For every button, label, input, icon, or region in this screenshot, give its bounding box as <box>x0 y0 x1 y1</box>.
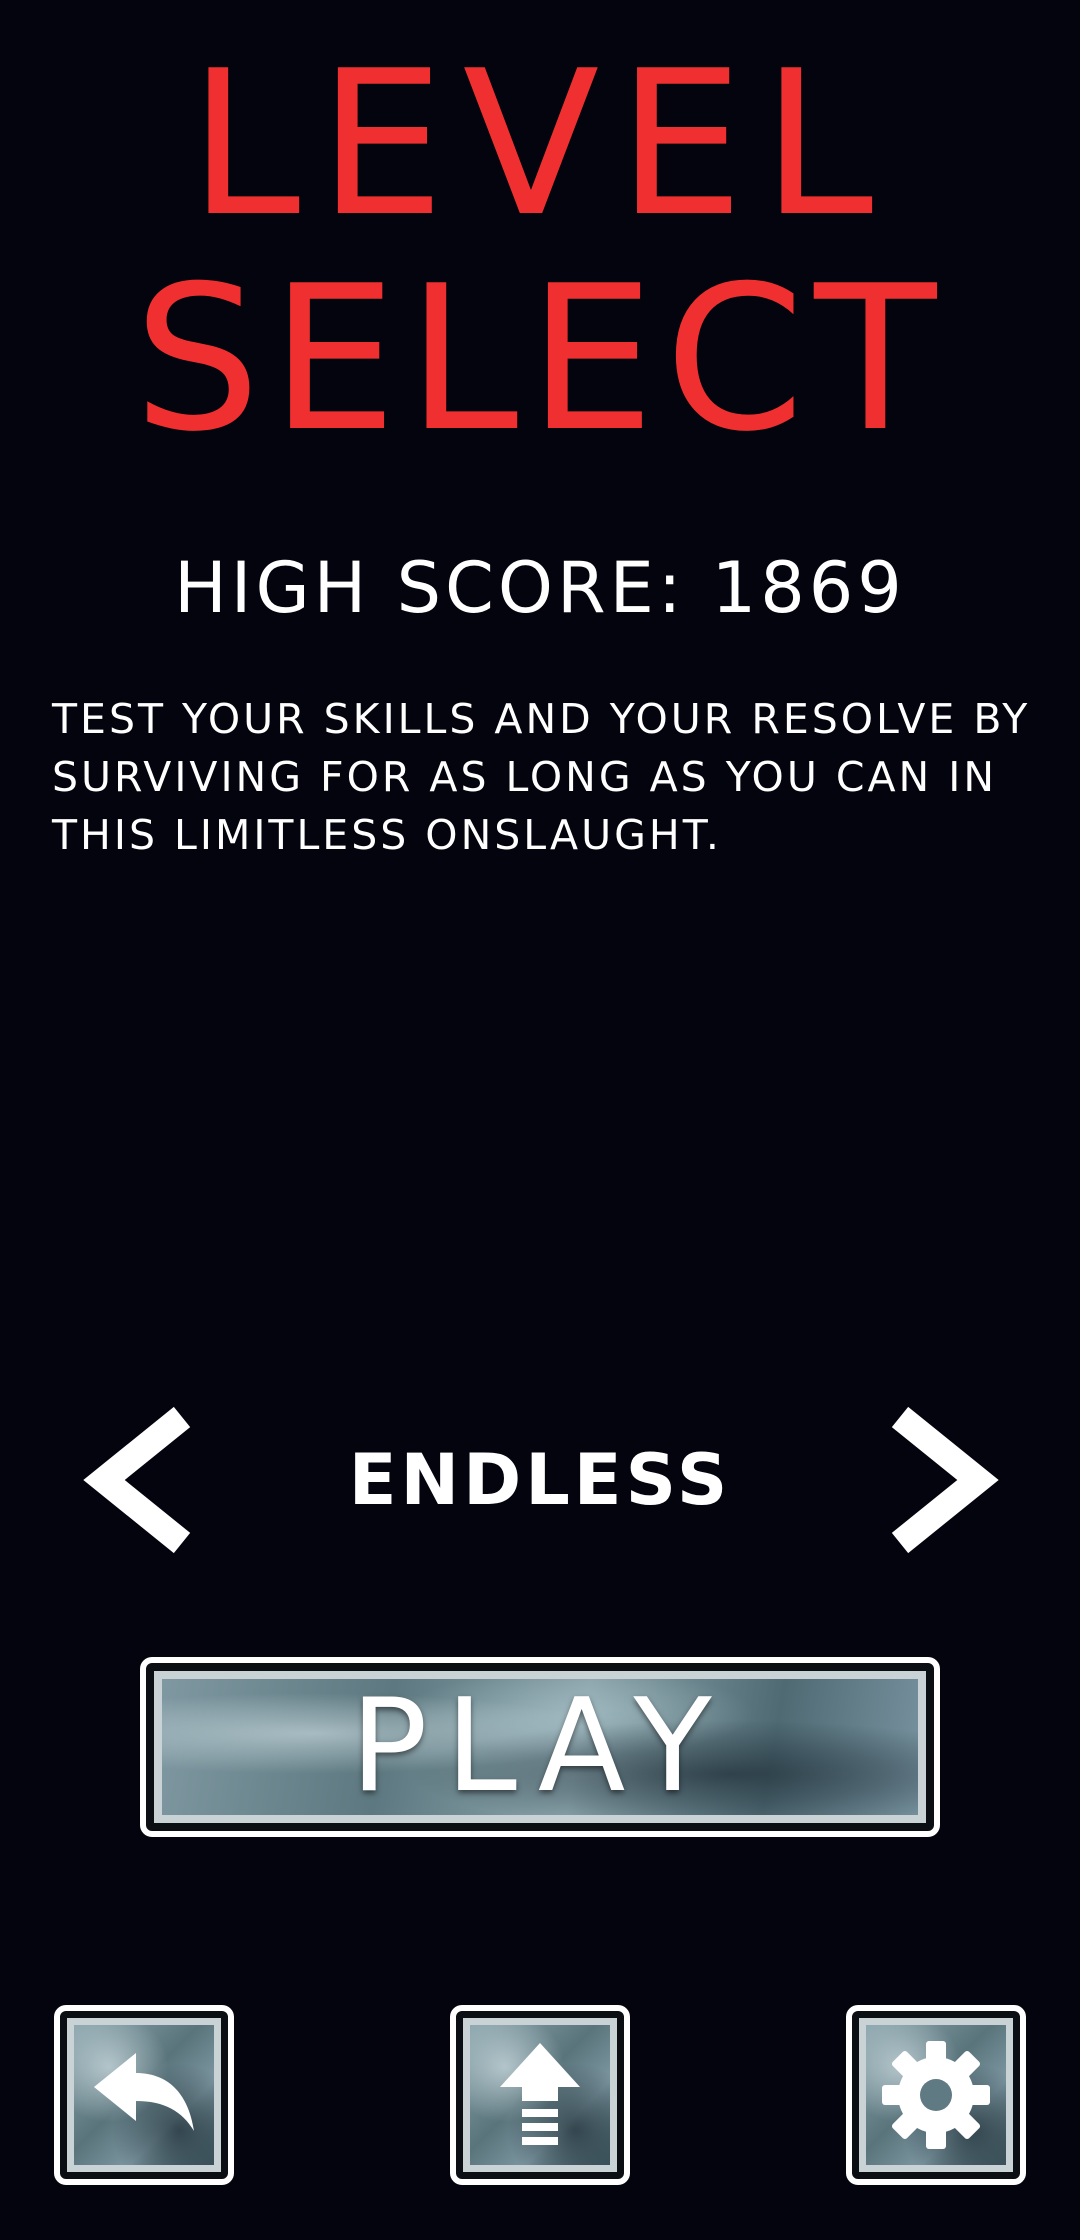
upgrade-arrow-icon <box>500 2043 580 2145</box>
back-button[interactable] <box>54 2005 234 2185</box>
level-mode-name: ENDLESS <box>348 1439 732 1521</box>
chevron-right-icon <box>891 1406 999 1554</box>
chevron-left-icon <box>83 1406 191 1554</box>
gear-icon <box>882 2041 990 2149</box>
play-button-face: PLAY <box>154 1671 926 1823</box>
play-button-label: PLAY <box>350 1672 730 1821</box>
upgrade-button-face <box>463 2018 617 2172</box>
page-title-line-2: SELECT <box>133 243 947 476</box>
play-button[interactable]: PLAY <box>140 1657 940 1837</box>
high-score-label: HIGH SCORE: 1869 <box>174 547 906 629</box>
upgrade-button[interactable] <box>450 2005 630 2185</box>
back-button-face <box>67 2018 221 2172</box>
page-title-line-1: LEVEL <box>188 28 892 261</box>
settings-button-face <box>859 2018 1013 2172</box>
previous-level-button[interactable] <box>82 1405 202 1555</box>
settings-button[interactable] <box>846 2005 1026 2185</box>
back-arrow-icon <box>94 2053 194 2131</box>
level-description: TEST YOUR SKILLS AND YOUR RESOLVE BY SUR… <box>52 695 1031 859</box>
next-level-button[interactable] <box>880 1405 1000 1555</box>
